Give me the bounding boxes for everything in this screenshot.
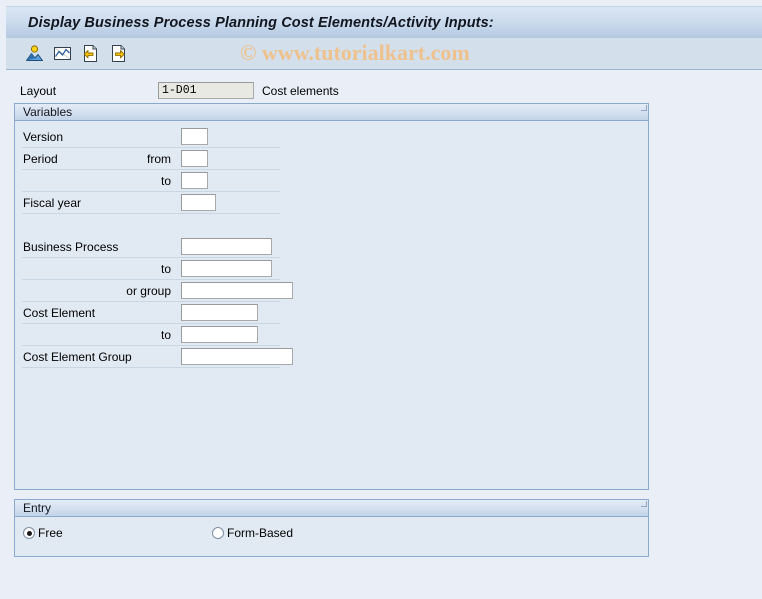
chart-icon[interactable]: [53, 44, 72, 63]
entry-radio-label: Form-Based: [227, 526, 294, 540]
entry-radio-form-based[interactable]: Form-Based: [212, 526, 293, 540]
variable-row-sublabel: to: [160, 262, 171, 276]
variable-row: Period from: [15, 148, 648, 170]
previous-document-icon[interactable]: [81, 44, 100, 63]
variable-row: to: [15, 258, 648, 280]
variable-row-sublabel: or group: [126, 284, 171, 298]
variable-row-input[interactable]: [181, 304, 258, 321]
variable-row-input[interactable]: [181, 348, 293, 365]
variable-row: Business Process: [15, 236, 648, 258]
window-title-bar: Display Business Process Planning Cost E…: [6, 6, 762, 38]
layout-input[interactable]: [158, 82, 254, 99]
entry-radio-free[interactable]: Free: [23, 526, 63, 540]
variable-row-label: Business Process: [23, 240, 119, 254]
entry-group-box: Entry Free Form-Based: [14, 499, 649, 557]
variable-row-sublabel: to: [160, 174, 171, 188]
application-toolbar: [6, 38, 762, 70]
variable-row: Cost Element: [15, 302, 648, 324]
variable-row: to: [15, 170, 648, 192]
resize-grip-icon: [641, 501, 647, 507]
entry-radio-group: Free Form-Based: [15, 518, 648, 552]
entry-radio-label: Free: [38, 526, 63, 540]
next-document-icon[interactable]: [109, 44, 128, 63]
page-title: Display Business Process Planning Cost E…: [28, 14, 494, 31]
variable-row: Version: [15, 126, 648, 148]
variables-group-title: Variables: [23, 105, 73, 119]
row-separator: [22, 213, 280, 214]
variable-row-input[interactable]: [181, 238, 272, 255]
variable-row: or group: [15, 280, 648, 302]
variables-group-header: Variables: [15, 104, 648, 121]
execute-variable-screen-icon[interactable]: [25, 44, 44, 63]
variable-row-input[interactable]: [181, 260, 272, 277]
variables-group-box: Variables Version Period from to Fiscal year…: [14, 103, 649, 490]
variable-row: to: [15, 324, 648, 346]
variable-row-input[interactable]: [181, 128, 208, 145]
entry-group-title: Entry: [23, 501, 52, 515]
layout-row: Layout Cost elements: [20, 82, 520, 100]
variable-row-input[interactable]: [181, 150, 208, 167]
variable-row: Fiscal year: [15, 192, 648, 214]
variable-row-input[interactable]: [181, 172, 208, 189]
variable-row: Cost Element Group: [15, 346, 648, 368]
variable-row-input[interactable]: [181, 194, 216, 211]
variable-row-sublabel: to: [160, 328, 171, 342]
variable-row-label: Fiscal year: [23, 196, 82, 210]
row-separator: [22, 367, 280, 368]
entry-group-header: Entry: [15, 500, 648, 517]
layout-label: Layout: [20, 84, 57, 98]
variable-row-input[interactable]: [181, 326, 258, 343]
variable-row-label: Version: [23, 130, 64, 144]
variable-row-label: Cost Element Group: [23, 350, 132, 364]
layout-description: Cost elements: [262, 84, 339, 98]
radio-button-icon[interactable]: [212, 527, 224, 539]
variable-row-label: Cost Element: [23, 306, 96, 320]
resize-grip-icon: [641, 105, 647, 111]
variable-row-sublabel: from: [147, 152, 171, 166]
radio-button-icon[interactable]: [23, 527, 35, 539]
variable-row-input[interactable]: [181, 282, 293, 299]
